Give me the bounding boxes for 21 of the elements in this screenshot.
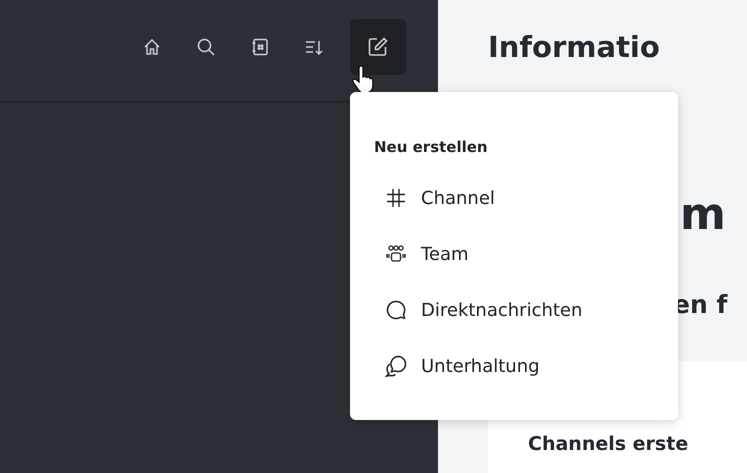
menu-item[interactable]: Channel xyxy=(374,170,678,226)
search-icon xyxy=(197,38,215,56)
menu-item[interactable]: Direktnachrichten xyxy=(374,282,678,338)
compose-icon xyxy=(367,36,389,58)
menu-item-label: Direktnachrichten xyxy=(421,300,582,320)
page-title: Informatio xyxy=(488,30,661,64)
chat-bubbles-icon xyxy=(385,355,407,377)
menu-item[interactable]: Unterhaltung xyxy=(374,338,678,394)
menu-item-label: Team xyxy=(421,244,469,264)
menu-item[interactable]: Team xyxy=(374,226,678,282)
hash-icon xyxy=(385,188,407,208)
card-title: Channels erste xyxy=(528,433,690,455)
menu-item-label: Channel xyxy=(421,188,495,208)
menu-item-label: Unterhaltung xyxy=(421,356,540,376)
chat-bubble-icon xyxy=(385,300,407,320)
compose-button[interactable] xyxy=(350,18,406,74)
menu-heading: Neu erstellen xyxy=(374,138,489,156)
home-icon xyxy=(143,38,161,56)
hash-notebook-icon xyxy=(251,38,269,56)
people-icon xyxy=(385,245,407,263)
heading: m xyxy=(680,189,727,240)
